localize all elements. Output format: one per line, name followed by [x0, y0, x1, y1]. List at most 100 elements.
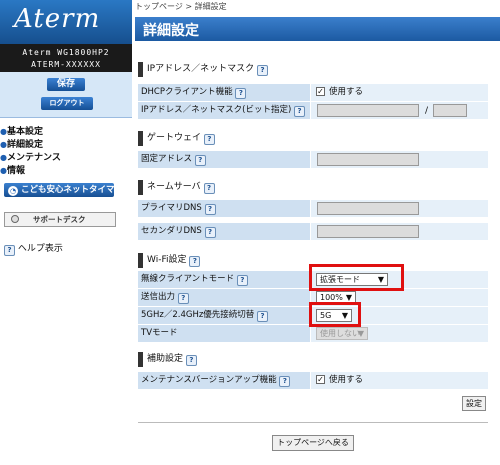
- page-title: 詳細設定: [143, 23, 199, 39]
- section-title: ゲートウェイ: [147, 133, 202, 143]
- netmask-input[interactable]: [433, 104, 467, 117]
- sidebar-item-maintenance[interactable]: ●メンテナンス: [0, 151, 132, 164]
- row-value: ✓ 使用する: [311, 372, 488, 389]
- section-title: ネームサーバ: [147, 182, 201, 192]
- highlight-band-priority: [309, 302, 361, 327]
- sidebar-nav: ●基本設定 ●詳細設定 ●メンテナンス ●情報: [0, 125, 132, 177]
- section-title: 補助設定: [147, 354, 184, 364]
- sidebar-item-basic-settings[interactable]: ●基本設定: [0, 125, 132, 138]
- support-desk-button[interactable]: サポートデスク: [4, 212, 116, 227]
- row-label: 送信出力 ?: [138, 289, 310, 306]
- save-button[interactable]: 保存: [47, 78, 85, 91]
- help-icon[interactable]: ?: [236, 275, 248, 286]
- help-icon[interactable]: ?: [203, 134, 215, 145]
- title-bar: 詳細設定: [135, 17, 500, 41]
- row-primary-dns: プライマリDNS ?: [138, 199, 488, 217]
- row-dhcp-client: DHCPクライアント機能 ? ✓ 使用する: [138, 83, 488, 101]
- row-value: [311, 223, 488, 240]
- gateway-address-input[interactable]: [317, 153, 419, 166]
- row-label: メンテナンスバージョンアップ機能 ?: [138, 372, 310, 389]
- row-maint-upgrade: メンテナンスバージョンアップ機能 ? ✓ 使用する: [138, 371, 488, 389]
- action-box: 保存 ログアウト: [0, 72, 132, 118]
- logout-button[interactable]: ログアウト: [41, 97, 93, 110]
- divider: [138, 422, 488, 423]
- row-label: プライマリDNS ?: [138, 200, 310, 217]
- slash-separator: /: [425, 106, 429, 116]
- model-name: Aterm WG1800HP2: [22, 48, 110, 57]
- support-button-label: サポートデスク: [33, 215, 86, 224]
- primary-dns-input[interactable]: [317, 202, 419, 215]
- row-label: 5GHz／2.4GHz優先接続切替 ?: [138, 307, 310, 324]
- secondary-dns-input[interactable]: [317, 225, 419, 238]
- help-icon: ?: [4, 245, 15, 256]
- label-text: 送信出力: [141, 292, 176, 302]
- select-value: 100%: [320, 293, 343, 302]
- chevron-down-icon: ▼: [357, 329, 364, 338]
- help-icon[interactable]: ?: [177, 293, 189, 304]
- timer-button-label: こども安心ネットタイマー: [21, 185, 124, 195]
- label-text: メンテナンスバージョンアップ機能: [141, 375, 277, 385]
- help-icon[interactable]: ?: [256, 65, 268, 76]
- sidebar-item-label: 基本設定: [7, 127, 44, 137]
- sidebar: Aterm Aterm WG1800HP2 ATERM-XXXXXX 保存 ログ…: [0, 0, 132, 465]
- device-name: ATERM-XXXXXX: [31, 60, 101, 69]
- help-icon[interactable]: ?: [189, 256, 201, 267]
- aterm-logo: Aterm: [14, 4, 101, 34]
- model-info: Aterm WG1800HP2 ATERM-XXXXXX: [0, 44, 132, 72]
- ip-address-input[interactable]: [317, 104, 419, 117]
- help-icon[interactable]: ?: [203, 183, 215, 194]
- row-value: [311, 200, 488, 217]
- row-label: 無線クライアントモード ?: [138, 271, 310, 288]
- section-header-ip: IPアドレス／ネットマスク ?: [138, 62, 488, 77]
- help-icon[interactable]: ?: [235, 88, 247, 99]
- row-label: DHCPクライアント機能 ?: [138, 84, 310, 101]
- dhcp-checkbox[interactable]: ✓: [316, 87, 325, 96]
- kids-net-timer-button[interactable]: ◔ こども安心ネットタイマー: [4, 183, 123, 197]
- row-value: /: [311, 102, 488, 119]
- timer-icon: ◔: [8, 186, 18, 196]
- row-value: 使用しない ▼: [311, 325, 488, 342]
- back-to-top-button[interactable]: トップページへ戻る: [272, 435, 354, 451]
- row-label: セカンダリDNS ?: [138, 223, 310, 240]
- help-icon[interactable]: ?: [293, 106, 305, 117]
- label-text: プライマリDNS: [141, 203, 202, 213]
- row-secondary-dns: セカンダリDNS ?: [138, 222, 488, 240]
- sidebar-item-label: 詳細設定: [7, 140, 44, 150]
- label-text: セカンダリDNS: [141, 226, 202, 236]
- bullet-icon: ●: [0, 166, 7, 175]
- section-title: IPアドレス／ネットマスク: [147, 64, 255, 74]
- help-icon[interactable]: ?: [194, 155, 206, 166]
- row-label: IPアドレス／ネットマスク(ビット指定) ?: [138, 102, 310, 119]
- label-text: IPアドレス／ネットマスク(ビット指定): [141, 105, 292, 115]
- sidebar-item-advanced-settings[interactable]: ●詳細設定: [0, 138, 132, 151]
- checkbox-label: 使用する: [329, 375, 364, 385]
- sidebar-item-label: 情報: [7, 166, 26, 176]
- help-link[interactable]: ? ヘルプ表示: [4, 243, 63, 256]
- section-header-aux: 補助設定 ?: [138, 352, 488, 367]
- apply-button[interactable]: 設定: [462, 396, 486, 411]
- support-icon: [11, 215, 19, 223]
- help-icon[interactable]: ?: [204, 204, 216, 215]
- checkbox-label: 使用する: [329, 87, 364, 97]
- bullet-icon: ●: [0, 140, 7, 149]
- row-ip-netmask: IPアドレス／ネットマスク(ビット指定) ? /: [138, 101, 488, 119]
- help-icon[interactable]: ?: [257, 311, 269, 322]
- section-header-dns: ネームサーバ ?: [138, 180, 488, 195]
- row-label: TVモード: [138, 325, 310, 342]
- section-title: Wi-Fi設定: [147, 255, 187, 265]
- bullet-icon: ●: [0, 153, 7, 162]
- label-text: 固定アドレス: [141, 154, 193, 164]
- help-icon[interactable]: ?: [204, 227, 216, 238]
- sidebar-item-info[interactable]: ●情報: [0, 164, 132, 177]
- help-link-label: ヘルプ表示: [17, 244, 63, 254]
- row-label: 固定アドレス ?: [138, 151, 310, 168]
- label-text: TVモード: [141, 328, 178, 338]
- row-fixed-address: 固定アドレス ?: [138, 150, 488, 168]
- help-icon[interactable]: ?: [279, 376, 291, 387]
- label-text: 無線クライアントモード: [141, 274, 235, 284]
- help-icon[interactable]: ?: [185, 355, 197, 366]
- maint-upgrade-checkbox[interactable]: ✓: [316, 375, 325, 384]
- section-header-gateway: ゲートウェイ ?: [138, 131, 488, 146]
- brand-header: Aterm: [0, 0, 132, 44]
- tv-mode-select: 使用しない ▼: [316, 327, 368, 340]
